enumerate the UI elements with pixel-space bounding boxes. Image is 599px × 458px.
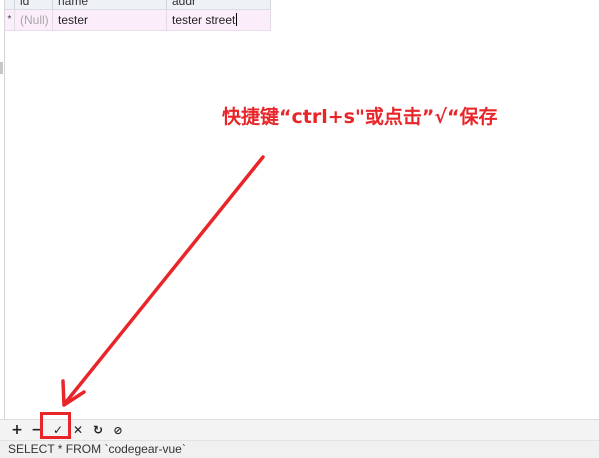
arrow-head: [61, 379, 86, 407]
refresh-icon[interactable]: ↻: [90, 422, 106, 438]
splitter-handle[interactable]: [0, 62, 3, 74]
cell-addr-text: tester street: [172, 13, 236, 27]
cell-name[interactable]: tester: [53, 10, 167, 30]
check-icon[interactable]: ✓: [50, 422, 66, 438]
column-header-id[interactable]: id: [15, 0, 53, 9]
cell-addr-editing[interactable]: tester street: [167, 10, 271, 30]
app-window: id name addr * (Null) tester tester stre…: [0, 0, 599, 458]
data-grid: id name addr * (Null) tester tester stre…: [5, 0, 271, 31]
row-new-marker: *: [5, 10, 15, 30]
status-bar: SELECT * FROM `codegear-vue`: [0, 440, 599, 458]
annotation-text: 快捷键“ctrl+s"或点击”√“保存: [222, 106, 498, 128]
column-header-name[interactable]: name: [53, 0, 167, 9]
column-header-addr[interactable]: addr: [167, 0, 271, 9]
left-panel-border: [4, 0, 5, 420]
cross-icon[interactable]: ✕: [70, 422, 86, 438]
grid-toolbar: + − ✓ ✕ ↻ ⊘: [0, 419, 599, 441]
sql-query-text: SELECT * FROM `codegear-vue`: [8, 442, 186, 456]
header-marker-cell: [5, 0, 15, 9]
cell-id[interactable]: (Null): [15, 10, 53, 30]
arrow-shaft: [64, 155, 265, 404]
grid-header: id name addr: [5, 0, 271, 10]
minus-icon[interactable]: −: [29, 422, 45, 438]
annotation-arrow: [61, 155, 265, 407]
text-caret: [236, 13, 238, 26]
stop-icon[interactable]: ⊘: [110, 422, 126, 438]
table-row[interactable]: * (Null) tester tester street: [5, 10, 271, 31]
plus-icon[interactable]: +: [9, 422, 25, 438]
